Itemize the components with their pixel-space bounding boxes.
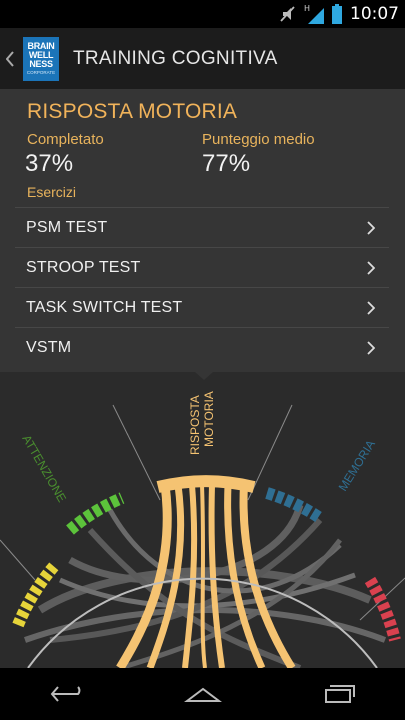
brainwellness-logo[interactable]: BRAIN WELL NESS CORPORATE — [23, 36, 59, 81]
nav-home-button[interactable] — [173, 674, 233, 714]
list-item-stroop-test[interactable]: STROOP TEST — [15, 247, 389, 287]
system-navigation-bar — [0, 668, 405, 720]
chord-diagram[interactable]: ATTENZIONE MEMORIA RISPOSTA MOTORIA — [0, 372, 405, 668]
home-icon — [183, 687, 222, 702]
back-chevron-icon[interactable] — [3, 28, 17, 89]
status-icons: H 10:07 — [280, 3, 399, 25]
status-bar: H 10:07 — [0, 0, 405, 28]
score-label: Punteggio medio — [202, 131, 315, 148]
chevron-right-icon — [367, 260, 375, 275]
label-motoria: MOTORIA — [202, 391, 216, 447]
battery-icon — [332, 4, 342, 24]
network-type: H — [304, 4, 310, 13]
nav-back-button[interactable] — [38, 674, 98, 714]
chevron-right-icon — [367, 340, 375, 355]
clock: 10:07 — [350, 4, 399, 24]
mute-icon — [280, 6, 295, 22]
back-arrow-icon — [50, 686, 80, 702]
nav-recents-button[interactable] — [308, 674, 368, 714]
score-value: 77% — [202, 150, 251, 177]
chevron-right-icon — [367, 300, 375, 315]
action-bar: BRAIN WELL NESS CORPORATE TRAINING COGNI… — [0, 28, 405, 89]
panel-title: RISPOSTA MOTORIA — [27, 100, 238, 123]
logo-line-3: NESS — [29, 58, 53, 69]
list-item-vstm[interactable]: VSTM — [15, 327, 389, 367]
list-item-label: PSM TEST — [26, 218, 108, 236]
completed-value: 37% — [25, 150, 74, 177]
list-item-psm-test[interactable]: PSM TEST — [15, 207, 389, 247]
exercises-label: Esercizi — [27, 184, 77, 200]
list-item-label: STROOP TEST — [26, 258, 141, 276]
completed-label: Completato — [27, 131, 104, 148]
page-title: TRAINING COGNITIVA — [73, 47, 278, 69]
label-risposta: RISPOSTA — [188, 395, 202, 455]
label-memoria: MEMORIA — [336, 438, 378, 494]
list-item-task-switch-test[interactable]: TASK SWITCH TEST — [15, 287, 389, 327]
list-item-label: TASK SWITCH TEST — [26, 298, 183, 316]
exercise-list: PSM TEST STROOP TEST TASK SWITCH TEST VS… — [15, 207, 389, 367]
label-attenzione: ATTENZIONE — [19, 433, 69, 505]
list-item-label: VSTM — [26, 338, 72, 356]
logo-subtitle: CORPORATE — [26, 69, 56, 75]
chevron-right-icon — [367, 220, 375, 235]
signal-icon: H — [304, 4, 324, 24]
recents-icon — [324, 685, 355, 703]
